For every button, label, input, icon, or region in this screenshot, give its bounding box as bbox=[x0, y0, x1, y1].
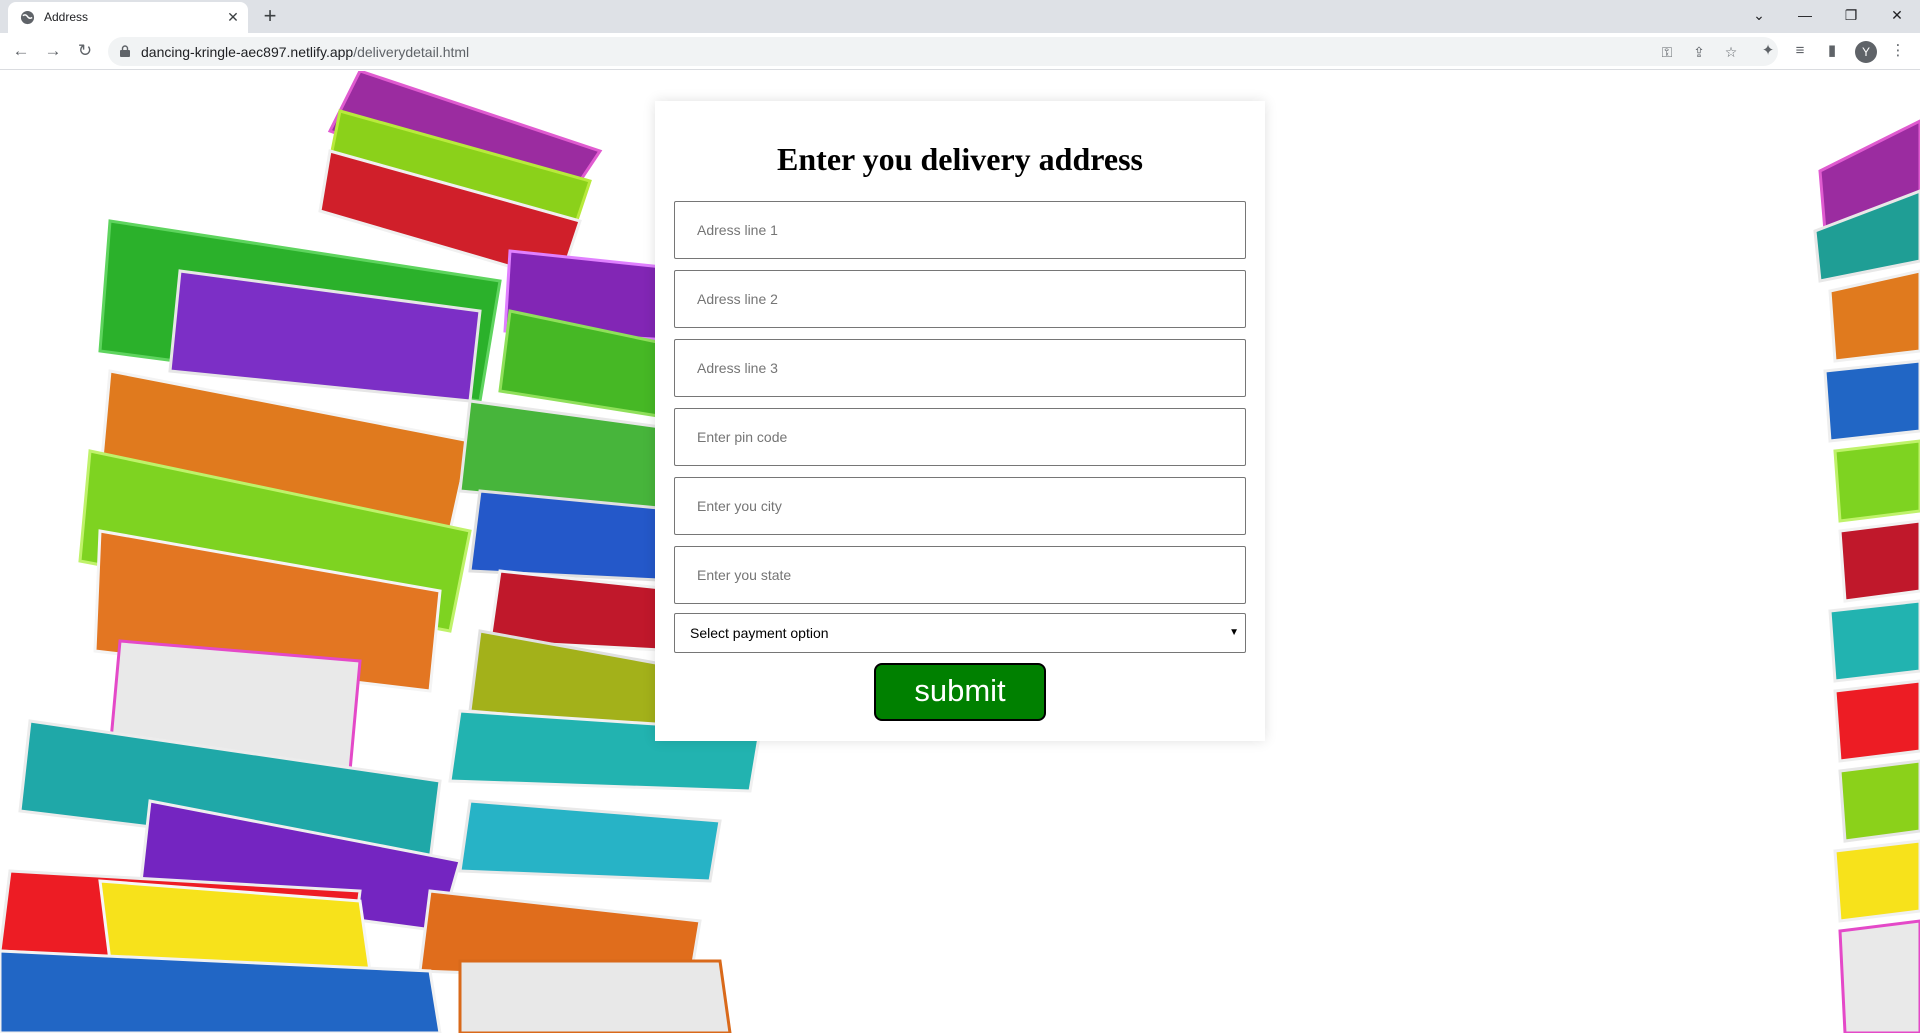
address-bar[interactable]: dancing-kringle-aec897.netlify.app/deliv… bbox=[108, 37, 1778, 66]
page-viewport: Enter you delivery address Select paymen… bbox=[0, 71, 1920, 1033]
share-icon[interactable]: ⇪ bbox=[1688, 41, 1710, 63]
page-title: Enter you delivery address bbox=[777, 141, 1143, 177]
forward-icon[interactable]: → bbox=[40, 38, 66, 64]
key-icon[interactable]: ⚿ bbox=[1656, 41, 1678, 63]
close-window-icon[interactable]: ✕ bbox=[1874, 0, 1920, 30]
pin-code-input[interactable] bbox=[674, 408, 1246, 466]
extensions-icon[interactable]: ✦ bbox=[1756, 39, 1780, 63]
globe-icon bbox=[20, 10, 35, 25]
star-icon[interactable]: ☆ bbox=[1720, 41, 1742, 63]
tab-search-icon[interactable]: ⌄ bbox=[1736, 0, 1782, 30]
menu-icon[interactable]: ⋮ bbox=[1886, 39, 1910, 63]
profile-avatar[interactable]: Y bbox=[1855, 41, 1877, 63]
payment-option-selected: Select payment option bbox=[690, 625, 829, 641]
delivery-form-card: Enter you delivery address Select paymen… bbox=[655, 101, 1265, 741]
minimize-icon[interactable]: — bbox=[1782, 0, 1828, 30]
back-icon[interactable]: ← bbox=[8, 38, 34, 64]
restore-icon[interactable]: ❐ bbox=[1828, 0, 1874, 30]
submit-button[interactable]: submit bbox=[874, 663, 1046, 721]
tab-strip: Address ✕ + ⌄ — ❐ ✕ bbox=[0, 0, 1920, 33]
new-tab-icon[interactable]: + bbox=[258, 4, 282, 28]
state-input[interactable] bbox=[674, 546, 1246, 604]
reload-icon[interactable]: ↻ bbox=[72, 38, 98, 64]
address-line-3-input[interactable] bbox=[674, 339, 1246, 397]
side-panel-icon[interactable]: ▮ bbox=[1820, 39, 1844, 63]
close-tab-icon[interactable]: ✕ bbox=[224, 8, 242, 26]
city-input[interactable] bbox=[674, 477, 1246, 535]
address-line-2-input[interactable] bbox=[674, 270, 1246, 328]
tab-title: Address bbox=[44, 10, 89, 24]
media-icon[interactable]: ≡ bbox=[1788, 39, 1812, 63]
books-stack-right-illustration bbox=[1813, 119, 1920, 1033]
url-text: dancing-kringle-aec897.netlify.app/deliv… bbox=[141, 44, 470, 60]
address-line-1-input[interactable] bbox=[674, 201, 1246, 259]
lock-icon bbox=[120, 45, 130, 57]
payment-option-select[interactable]: Select payment option ▼ bbox=[674, 613, 1246, 653]
browser-tab[interactable]: Address ✕ bbox=[8, 2, 248, 33]
chevron-down-icon: ▼ bbox=[1229, 627, 1239, 638]
browser-toolbar: ← → ↻ dancing-kringle-aec897.netlify.app… bbox=[0, 33, 1920, 70]
